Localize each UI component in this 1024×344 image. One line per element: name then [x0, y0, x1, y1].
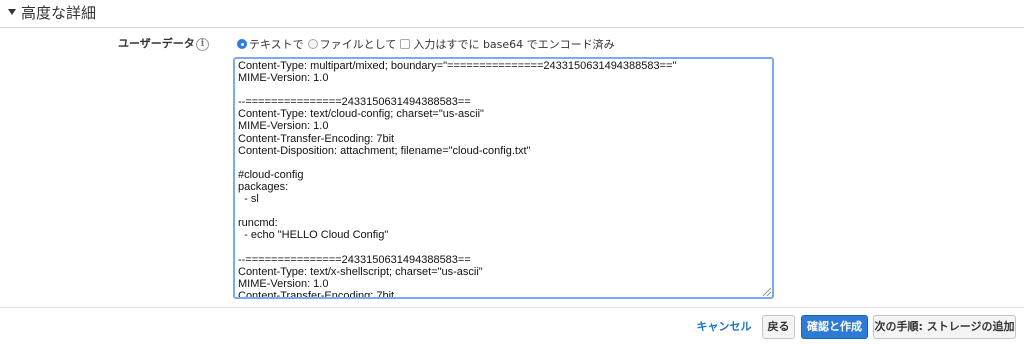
radio-as-file-label: ファイルとして	[319, 38, 397, 51]
radio-as-file[interactable]: ファイルとして	[307, 36, 397, 52]
base64-encoded-checkbox[interactable]: 入力はすでに base64 でエンコード済み	[400, 36, 615, 52]
footer-divider	[0, 307, 1024, 308]
resize-grip-icon[interactable]	[763, 288, 771, 296]
radio-as-text-label: テキストで	[249, 38, 304, 51]
info-icon[interactable]: i	[196, 38, 209, 51]
cancel-button[interactable]: キャンセル	[692, 315, 756, 339]
radio-as-text[interactable]: テキストで	[237, 36, 304, 52]
section-title: 高度な詳細	[21, 4, 97, 22]
radio-as-file-control[interactable]	[307, 39, 318, 49]
review-and-launch-button[interactable]: 確認と作成	[801, 315, 868, 339]
base64-checkbox-label: 入力はすでに base64 でエンコード済み	[413, 38, 615, 51]
next-add-storage-button[interactable]: 次の手順: ストレージの追加	[873, 315, 1016, 339]
back-button[interactable]: 戻る	[762, 315, 795, 339]
advanced-details-header[interactable]: 高度な詳細	[0, 0, 1024, 28]
user-data-format-options: テキストで ファイルとして 入力はすでに base64 でエンコード済み	[237, 36, 619, 52]
user-data-textarea[interactable]: Content-Type: multipart/mixed; boundary=…	[235, 59, 772, 297]
user-data-label: ユーザーデータ	[118, 37, 195, 50]
radio-as-text-control[interactable]	[237, 39, 247, 49]
user-data-textarea-frame: Content-Type: multipart/mixed; boundary=…	[233, 57, 774, 299]
caret-down-icon[interactable]	[8, 9, 16, 15]
base64-checkbox-control[interactable]	[400, 39, 411, 49]
